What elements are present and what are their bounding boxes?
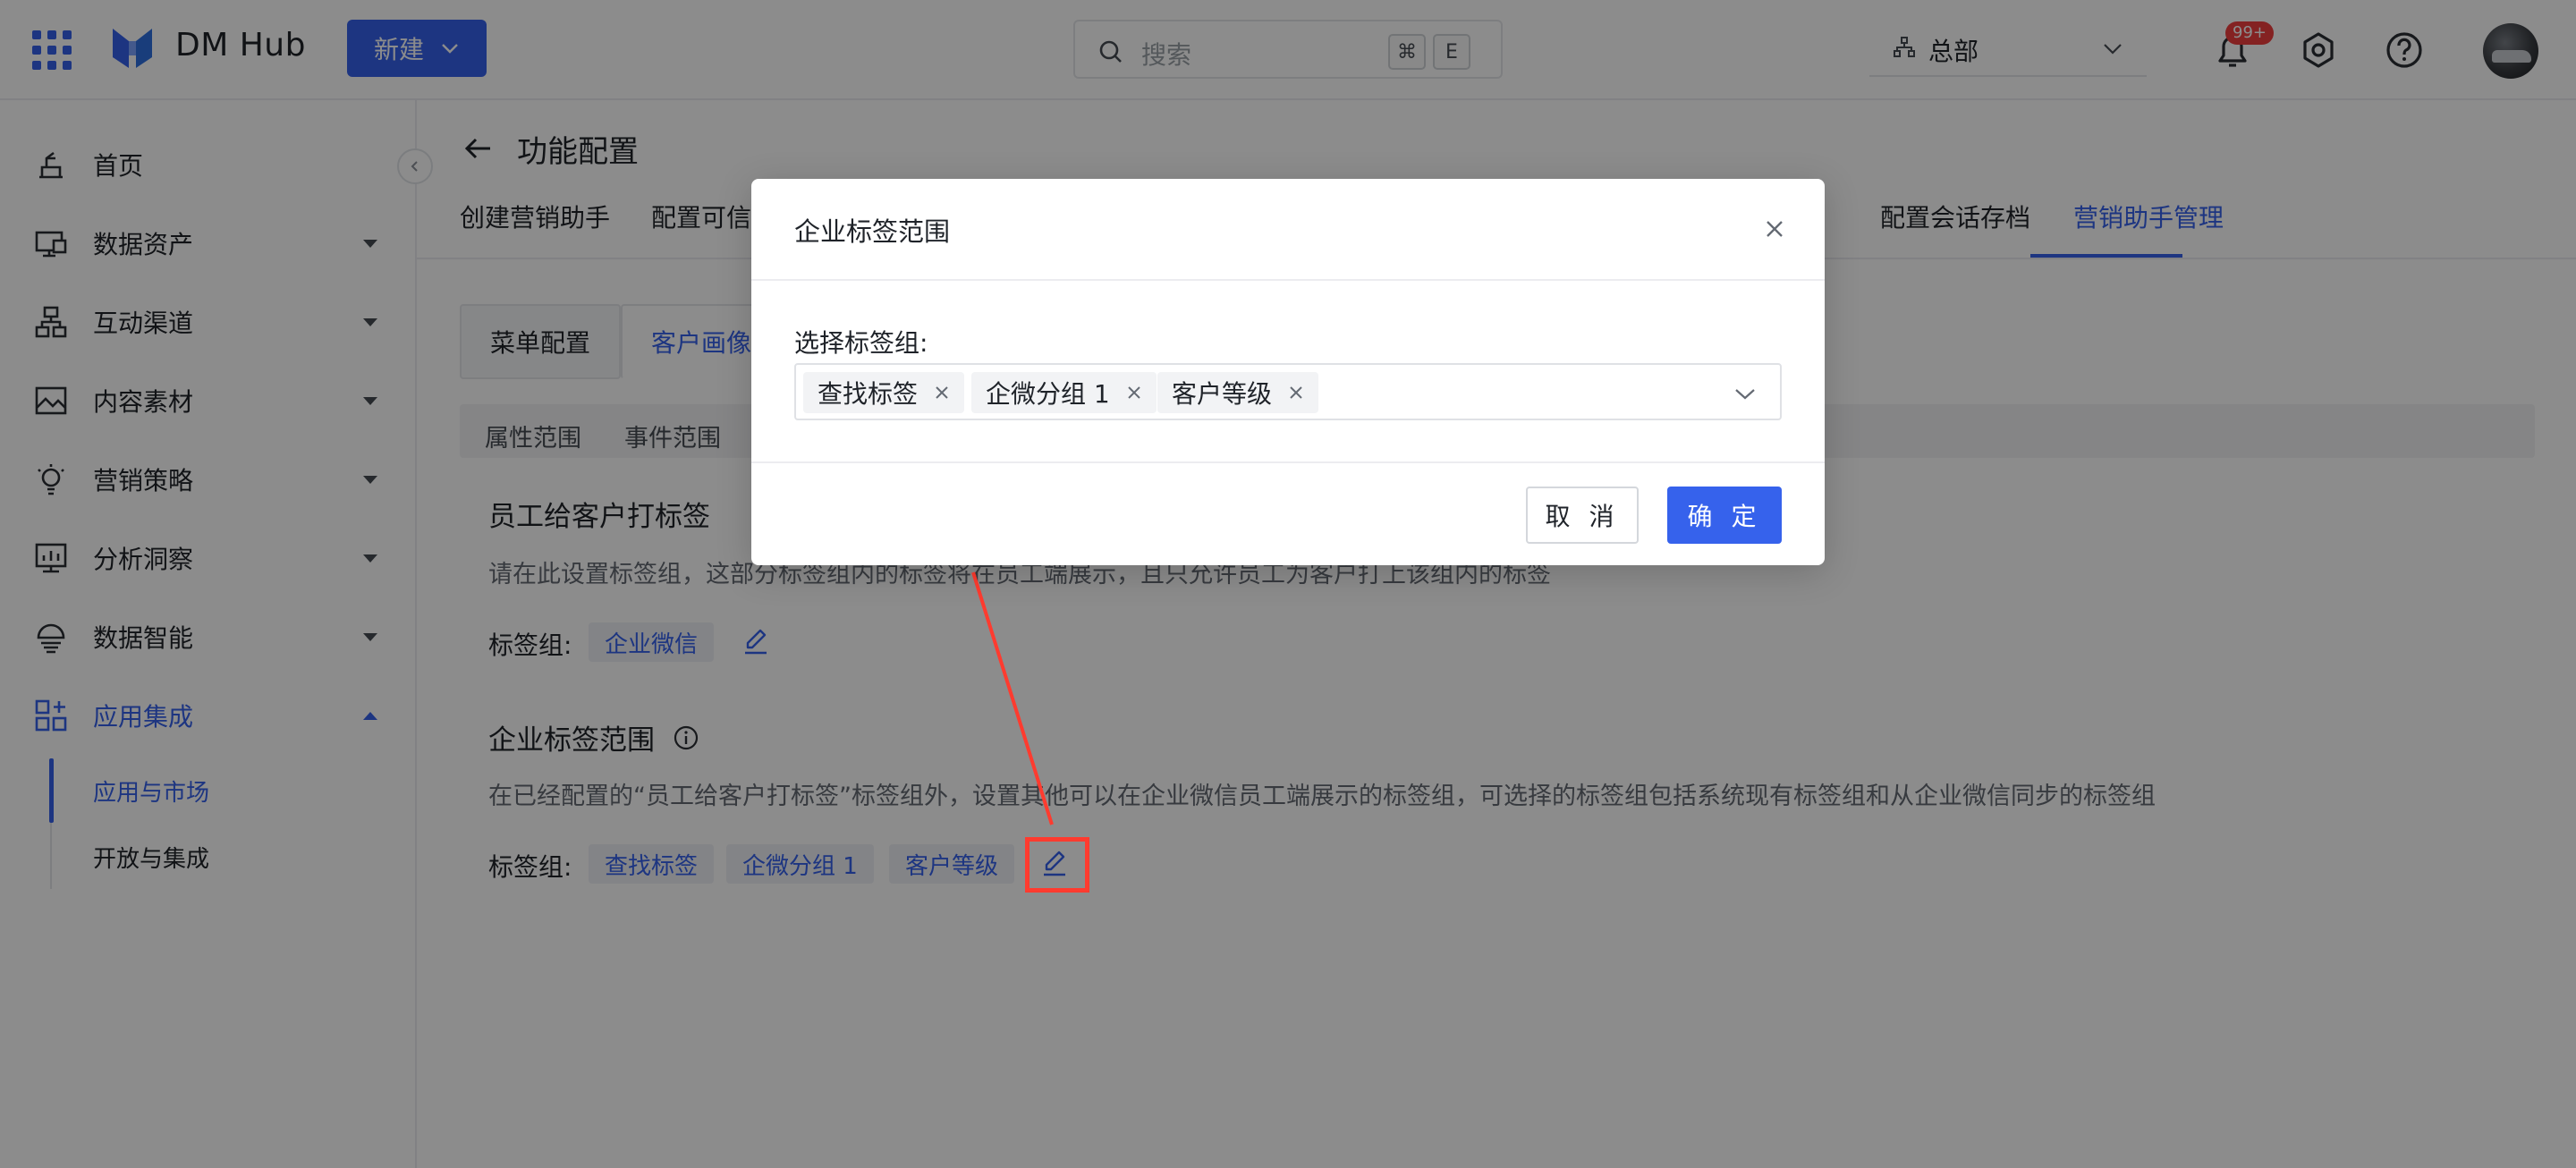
selected-tag-chip: 查找标签 — [803, 372, 965, 413]
dialog-footer-divider — [751, 461, 1825, 463]
cancel-button[interactable]: 取 消 — [1526, 487, 1639, 544]
selected-tag-chip: 客户等级 — [1157, 372, 1319, 413]
dialog-title: 企业标签范围 — [794, 216, 951, 247]
confirm-button[interactable]: 确 定 — [1667, 487, 1782, 544]
chevron-down-icon[interactable] — [1733, 383, 1757, 404]
selected-tag-chip: 企微分组 1 — [971, 372, 1157, 413]
dialog-header: 企业标签范围 — [751, 179, 1825, 281]
annotation-highlight-box — [1025, 837, 1089, 893]
chip-label: 客户等级 — [1172, 379, 1273, 409]
modal-mask[interactable] — [0, 0, 2576, 1168]
remove-icon[interactable] — [932, 383, 952, 402]
remove-icon[interactable] — [1124, 383, 1144, 402]
chip-label: 企微分组 1 — [986, 379, 1110, 409]
remove-icon[interactable] — [1286, 383, 1306, 402]
tag-group-select[interactable]: 查找标签 企微分组 1 客户等级 — [794, 363, 1782, 420]
tag-scope-dialog: 企业标签范围 选择标签组: 查找标签 企微分组 1 客户等级 取 消 确 定 — [751, 179, 1825, 565]
close-icon[interactable] — [1762, 216, 1787, 241]
chip-label: 查找标签 — [818, 379, 919, 409]
field-label: 选择标签组: — [794, 328, 928, 358]
